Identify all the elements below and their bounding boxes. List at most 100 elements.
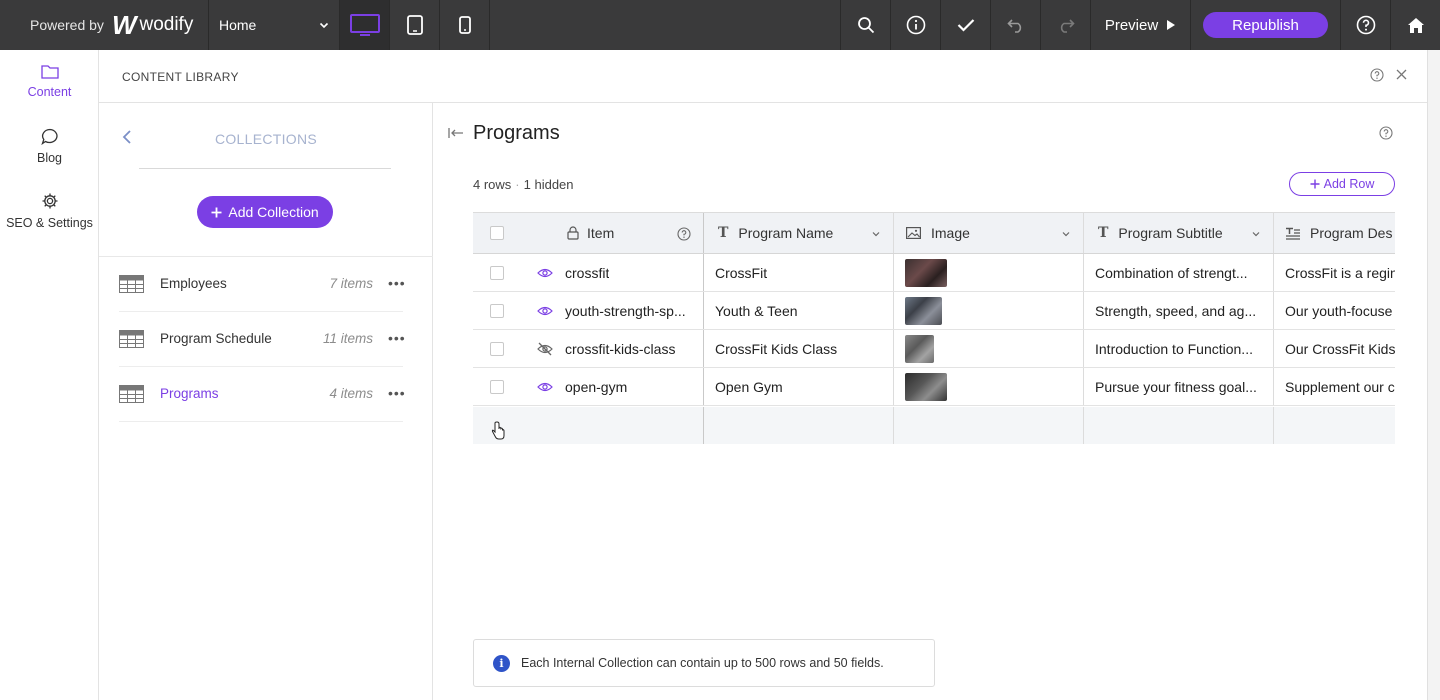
mobile-view-button[interactable] bbox=[440, 0, 490, 50]
column-header-program-description[interactable]: Program Des bbox=[1285, 213, 1392, 253]
cell-program-description[interactable]: Our youth-focuse bbox=[1285, 292, 1392, 329]
rows-summary: 4 rows · 1 hidden bbox=[473, 177, 574, 192]
rail-item-seo-settings[interactable]: SEO & Settings bbox=[0, 192, 99, 230]
cell-program-name[interactable]: CrossFit Kids Class bbox=[715, 330, 837, 367]
plus-icon bbox=[1310, 179, 1320, 189]
cell-item[interactable]: open-gym bbox=[565, 368, 627, 405]
collection-detail: Programs 4 rows · 1 hidden Add Row Item T … bbox=[434, 103, 1427, 700]
rows-count: 4 rows bbox=[473, 177, 512, 192]
row-checkbox[interactable] bbox=[490, 330, 504, 367]
folder-icon bbox=[40, 65, 59, 79]
chevron-down-icon[interactable] bbox=[871, 229, 881, 239]
undo-icon bbox=[1006, 19, 1021, 33]
plus-icon bbox=[211, 207, 222, 217]
content-library-header: CONTENT LIBRARY bbox=[99, 50, 1427, 103]
help-icon[interactable] bbox=[1379, 126, 1393, 140]
left-rail: Content Blog SEO & Settings bbox=[0, 50, 99, 700]
new-row-placeholder[interactable] bbox=[473, 407, 1395, 444]
more-options-icon[interactable]: ••• bbox=[388, 330, 406, 346]
add-row-button[interactable]: Add Row bbox=[1289, 172, 1395, 196]
table-row[interactable]: open-gym Open Gym Pursue your fitness go… bbox=[473, 368, 1395, 406]
add-collection-button[interactable]: Add Collection bbox=[197, 196, 333, 228]
cell-image[interactable] bbox=[905, 292, 942, 329]
help-button[interactable] bbox=[1340, 0, 1390, 50]
cell-program-name[interactable]: CrossFit bbox=[715, 254, 767, 291]
visible-eye-icon[interactable] bbox=[537, 292, 553, 329]
desktop-view-button[interactable] bbox=[340, 0, 390, 50]
rail-item-content[interactable]: Content bbox=[0, 64, 99, 99]
search-button[interactable] bbox=[840, 0, 890, 50]
cell-image[interactable] bbox=[905, 254, 947, 291]
cell-item[interactable]: crossfit-kids-class bbox=[565, 330, 675, 367]
cell-program-description[interactable]: Supplement our c bbox=[1285, 368, 1395, 405]
cell-item[interactable]: youth-strength-sp... bbox=[565, 292, 686, 329]
help-icon[interactable] bbox=[1370, 68, 1384, 82]
page-title: Programs bbox=[473, 122, 560, 144]
collection-item-programs[interactable]: Programs 4 items ••• bbox=[99, 367, 433, 422]
column-header-program-name[interactable]: T Program Name bbox=[718, 213, 833, 253]
table-row[interactable]: crossfit-kids-class CrossFit Kids Class … bbox=[473, 330, 1395, 368]
table-row[interactable]: crossfit CrossFit Combination of strengt… bbox=[473, 254, 1395, 292]
page-select[interactable]: Home bbox=[209, 0, 340, 50]
cell-item[interactable]: crossfit bbox=[565, 254, 609, 291]
cell-image[interactable] bbox=[905, 368, 947, 405]
redo-button[interactable] bbox=[1040, 0, 1090, 50]
info-button[interactable] bbox=[890, 0, 940, 50]
column-header-item[interactable]: Item bbox=[567, 213, 614, 253]
brand: Powered by W wodify bbox=[0, 0, 209, 50]
cell-program-name[interactable]: Open Gym bbox=[715, 368, 783, 405]
limits-notice: i Each Internal Collection can contain u… bbox=[473, 639, 935, 687]
column-header-image[interactable]: Image bbox=[906, 213, 970, 253]
play-icon bbox=[1167, 20, 1176, 30]
home-button[interactable] bbox=[1390, 0, 1440, 50]
close-icon[interactable] bbox=[1395, 68, 1408, 81]
page-select-value: Home bbox=[219, 17, 257, 33]
select-all-checkbox[interactable] bbox=[490, 213, 504, 253]
tablet-view-button[interactable] bbox=[390, 0, 440, 50]
preview-label: Preview bbox=[1104, 16, 1159, 34]
program-image-thumbnail bbox=[905, 372, 947, 401]
cell-program-subtitle[interactable]: Combination of strengt... bbox=[1095, 254, 1248, 291]
more-options-icon[interactable]: ••• bbox=[388, 385, 406, 401]
republish-button[interactable]: Republish bbox=[1203, 12, 1328, 38]
cell-program-subtitle[interactable]: Strength, speed, and ag... bbox=[1095, 292, 1256, 329]
rail-item-blog[interactable]: Blog bbox=[0, 128, 99, 165]
hidden-eye-icon[interactable] bbox=[537, 330, 553, 367]
search-icon bbox=[857, 17, 874, 34]
collection-name: Employees bbox=[160, 276, 227, 291]
cell-program-description[interactable]: CrossFit is a regin bbox=[1285, 254, 1395, 291]
chevron-down-icon[interactable] bbox=[1251, 229, 1261, 239]
collection-count: 4 items bbox=[329, 386, 373, 401]
collapse-panel-icon[interactable] bbox=[448, 127, 464, 139]
help-icon[interactable] bbox=[677, 227, 691, 241]
cell-program-name[interactable]: Youth & Teen bbox=[715, 292, 798, 329]
cell-image[interactable] bbox=[905, 330, 934, 367]
more-options-icon[interactable]: ••• bbox=[388, 275, 406, 291]
cell-program-subtitle[interactable]: Pursue your fitness goal... bbox=[1095, 368, 1257, 405]
chevron-down-icon[interactable] bbox=[1061, 229, 1071, 239]
row-checkbox[interactable] bbox=[490, 254, 504, 291]
row-checkbox[interactable] bbox=[490, 292, 504, 329]
cell-program-description[interactable]: Our CrossFit Kids bbox=[1285, 330, 1395, 367]
collection-count: 7 items bbox=[329, 276, 373, 291]
collection-item-program-schedule[interactable]: Program Schedule 11 items ••• bbox=[99, 312, 433, 367]
program-image-thumbnail bbox=[905, 296, 942, 325]
checkmark-icon bbox=[957, 19, 974, 32]
desktop-icon bbox=[349, 14, 380, 36]
gear-icon bbox=[42, 193, 57, 209]
cell-program-subtitle[interactable]: Introduction to Function... bbox=[1095, 330, 1253, 367]
chat-bubble-icon bbox=[40, 128, 58, 145]
info-icon: i bbox=[493, 654, 510, 672]
validate-button[interactable] bbox=[940, 0, 990, 50]
visible-eye-icon[interactable] bbox=[537, 368, 553, 405]
table-header: Item T Program Name Image T Program Subt… bbox=[473, 213, 1395, 254]
collection-item-employees[interactable]: Employees 7 items ••• bbox=[99, 257, 433, 312]
column-label: Image bbox=[931, 225, 970, 241]
table-row[interactable]: youth-strength-sp... Youth & Teen Streng… bbox=[473, 292, 1395, 330]
wodify-logo-mark: W bbox=[111, 9, 137, 40]
column-header-program-subtitle[interactable]: T Program Subtitle bbox=[1098, 213, 1223, 253]
preview-button[interactable]: Preview bbox=[1090, 0, 1190, 50]
row-checkbox[interactable] bbox=[490, 368, 504, 405]
undo-button[interactable] bbox=[990, 0, 1040, 50]
visible-eye-icon[interactable] bbox=[537, 254, 553, 291]
